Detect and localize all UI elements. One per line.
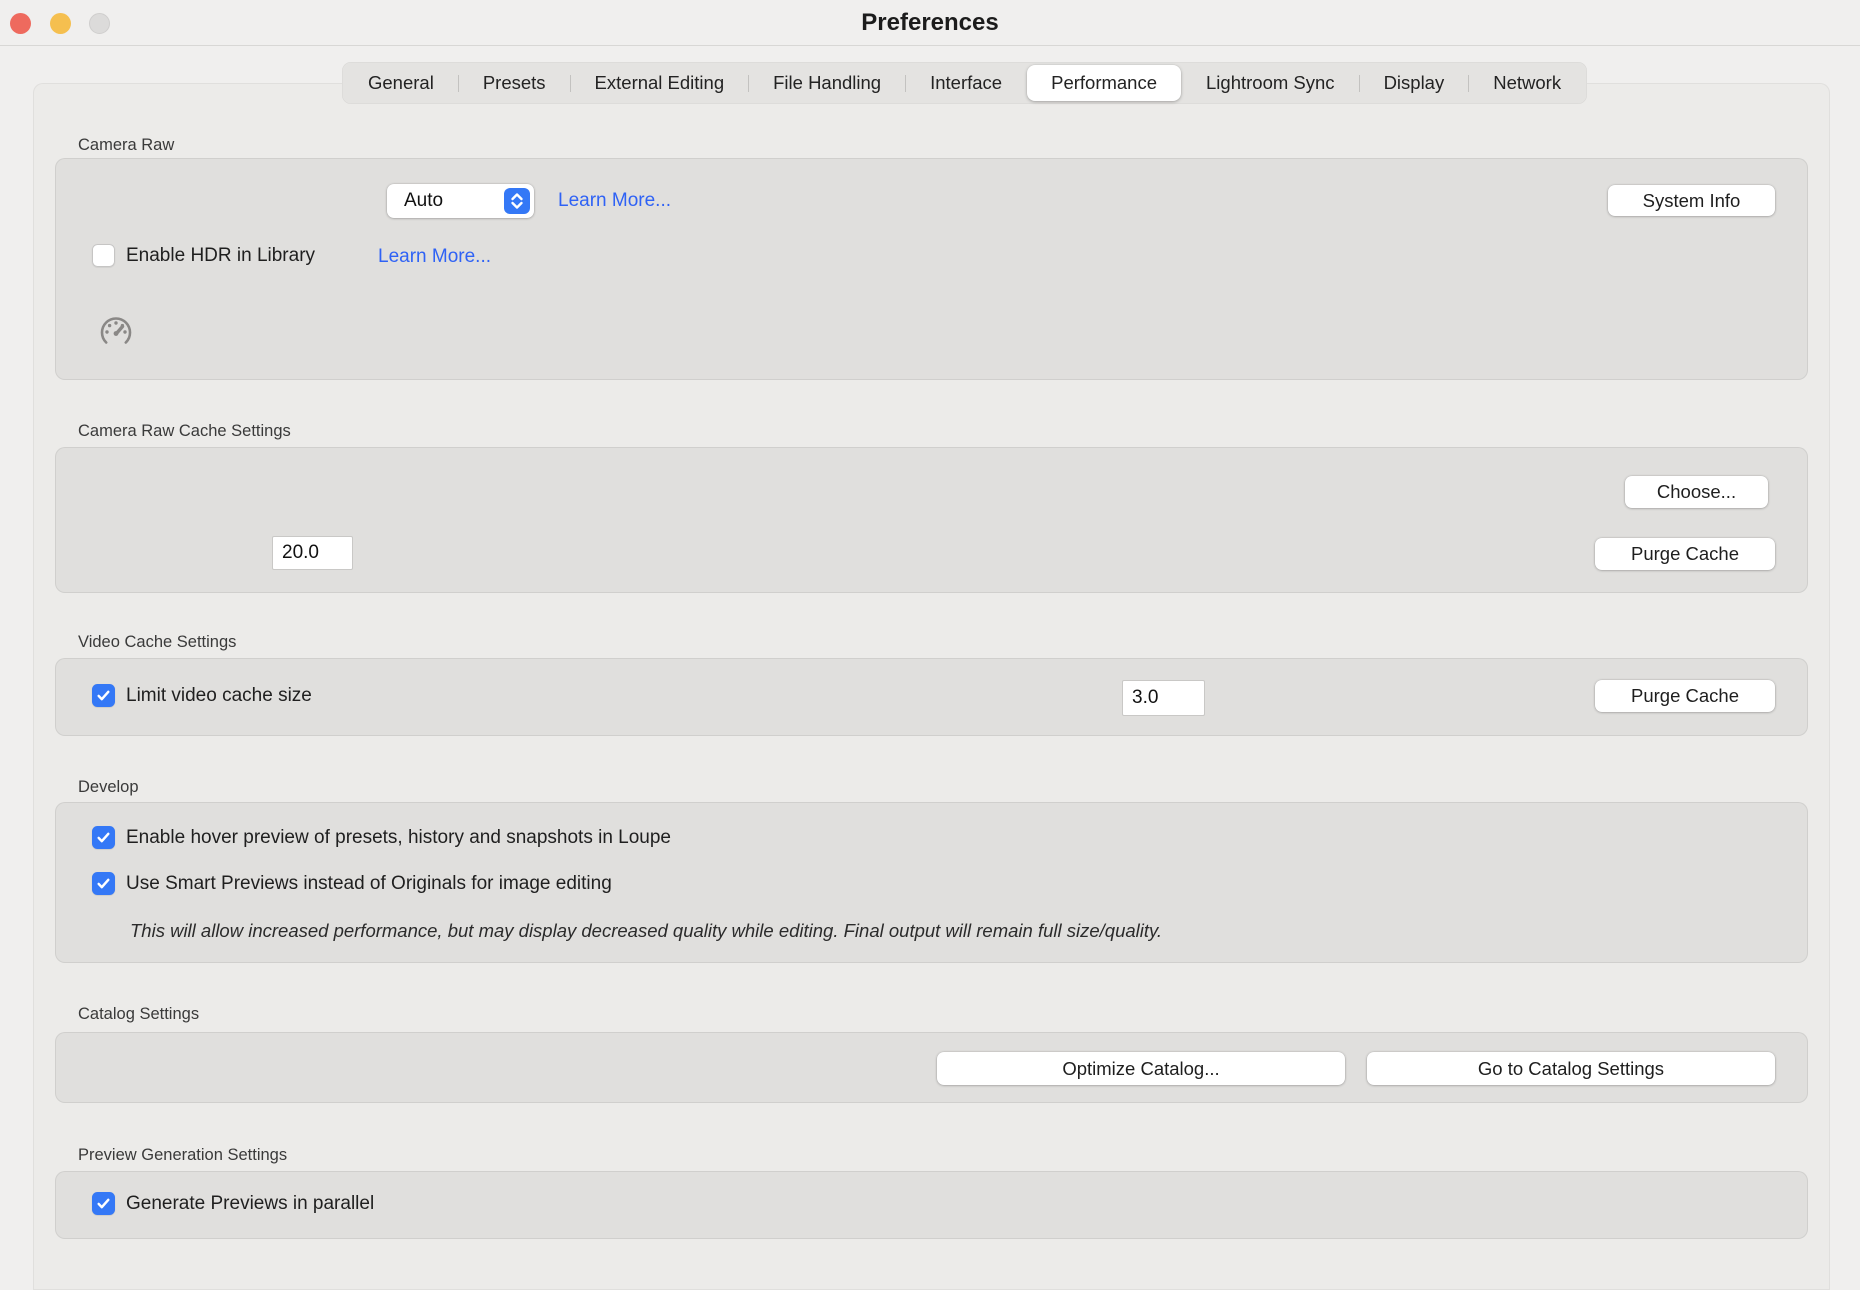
section-label-camera-raw: Camera Raw [78, 136, 174, 155]
title-bar: Preferences [0, 0, 1860, 46]
optimize-catalog-button[interactable]: Optimize Catalog... [937, 1052, 1345, 1085]
purge-video-cache-button[interactable]: Purge Cache [1595, 680, 1775, 712]
groupbox-camera-raw-cache [55, 447, 1808, 593]
preferences-tab-bar: General Presets External Editing File Ha… [342, 62, 1587, 104]
groupbox-camera-raw [55, 158, 1808, 380]
cache-max-size-input[interactable] [272, 536, 353, 570]
section-label-develop: Develop [78, 778, 139, 797]
tab-external-editing[interactable]: External Editing [571, 65, 749, 101]
window-title: Preferences [0, 0, 1860, 46]
dropdown-stepper-icon [504, 188, 530, 214]
hdr-learn-more-link[interactable]: Learn More... [378, 246, 491, 268]
section-label-camera-raw-cache: Camera Raw Cache Settings [78, 422, 291, 441]
limit-video-cache-label: Limit video cache size [126, 685, 312, 707]
checkmark-icon [96, 688, 111, 703]
goto-catalog-settings-button[interactable]: Go to Catalog Settings [1367, 1052, 1775, 1085]
gauge-icon [96, 312, 136, 352]
limit-video-cache-checkbox[interactable] [92, 684, 115, 707]
tab-network[interactable]: Network [1469, 65, 1585, 101]
section-label-catalog: Catalog Settings [78, 1005, 199, 1024]
parallel-previews-label: Generate Previews in parallel [126, 1193, 374, 1215]
hover-preview-row: Enable hover preview of presets, history… [92, 826, 671, 849]
parallel-previews-row: Generate Previews in parallel [92, 1192, 374, 1215]
section-label-preview-generation: Preview Generation Settings [78, 1146, 287, 1165]
hover-preview-checkbox[interactable] [92, 826, 115, 849]
system-info-button[interactable]: System Info [1608, 185, 1775, 216]
tab-presets[interactable]: Presets [459, 65, 570, 101]
gpu-learn-more-link[interactable]: Learn More... [558, 190, 671, 212]
checkmark-icon [96, 1196, 111, 1211]
hover-preview-label: Enable hover preview of presets, history… [126, 827, 671, 849]
zoom-window-button[interactable] [89, 13, 110, 34]
preferences-window: Preferences General Presets External Edi… [0, 0, 1860, 1290]
enable-hdr-label: Enable HDR in Library [126, 245, 315, 267]
checkmark-icon [96, 830, 111, 845]
smart-previews-label: Use Smart Previews instead of Originals … [126, 873, 612, 895]
tab-general[interactable]: General [344, 65, 458, 101]
smart-previews-note: This will allow increased performance, b… [130, 920, 1162, 942]
purge-camera-raw-cache-button[interactable]: Purge Cache [1595, 538, 1775, 570]
tab-display[interactable]: Display [1360, 65, 1469, 101]
tab-interface[interactable]: Interface [906, 65, 1026, 101]
close-window-button[interactable] [10, 13, 31, 34]
smart-previews-row: Use Smart Previews instead of Originals … [92, 872, 612, 895]
checkmark-icon [96, 876, 111, 891]
smart-previews-checkbox[interactable] [92, 872, 115, 895]
tab-file-handling[interactable]: File Handling [749, 65, 905, 101]
tab-performance[interactable]: Performance [1027, 65, 1181, 101]
graphics-processor-dropdown[interactable]: Auto [387, 184, 534, 218]
groupbox-video-cache [55, 658, 1808, 736]
graphics-processor-value: Auto [387, 190, 504, 212]
enable-hdr-checkbox[interactable] [92, 244, 115, 267]
section-label-video-cache: Video Cache Settings [78, 633, 236, 652]
choose-location-button[interactable]: Choose... [1625, 476, 1768, 508]
video-max-size-input[interactable] [1122, 680, 1205, 716]
limit-video-cache-row: Limit video cache size [92, 684, 312, 707]
enable-hdr-row: Enable HDR in Library [92, 244, 315, 267]
parallel-previews-checkbox[interactable] [92, 1192, 115, 1215]
tab-lightroom-sync[interactable]: Lightroom Sync [1182, 65, 1359, 101]
minimize-window-button[interactable] [50, 13, 71, 34]
